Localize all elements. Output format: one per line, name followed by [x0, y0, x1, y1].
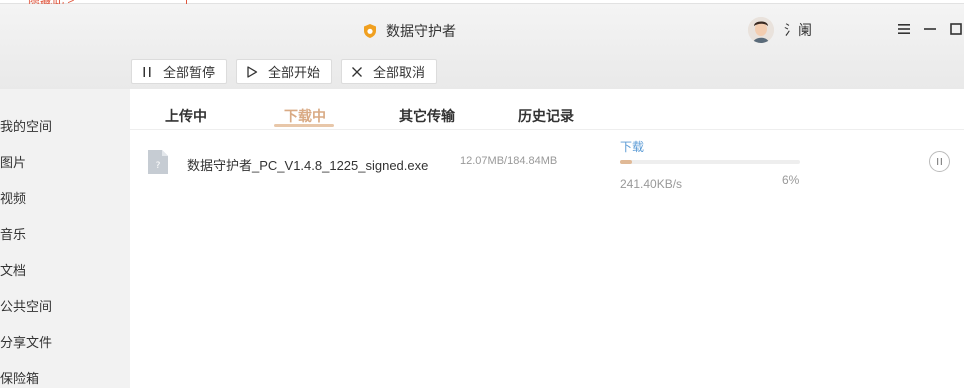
file-name: 数据守护者_PC_V1.4.8_1225_signed.exe — [187, 158, 429, 173]
active-tab-indicator — [274, 124, 334, 127]
pause-icon — [937, 158, 942, 165]
avatar-icon — [748, 17, 774, 43]
pause-all-label: 全部暂停 — [163, 65, 216, 80]
cancel-all-label: 全部取消 — [373, 65, 426, 80]
transfer-row: ? 数据守护者_PC_V1.4.8_1225_signed.exe 12.07M… — [130, 131, 964, 191]
sidebar-item-documents[interactable]: 文档 — [0, 260, 26, 279]
minimize-icon — [924, 28, 936, 30]
transfer-status: 下载 — [620, 140, 645, 154]
progress-fill — [620, 160, 632, 164]
minimize-button[interactable] — [922, 21, 938, 37]
sidebar: 我的空间 图片 视频 音乐 文档 公共空间 分享文件 保险箱 — [0, 89, 130, 388]
shield-icon — [364, 24, 376, 38]
svg-text:?: ? — [156, 161, 161, 171]
progress-bar — [620, 160, 800, 164]
toolbar: 全部暂停 全部开始 全部取消 — [131, 59, 438, 84]
start-all-label: 全部开始 — [268, 65, 321, 80]
sidebar-item-public-space[interactable]: 公共空间 — [0, 296, 52, 315]
tab-uploading[interactable]: 上传中 — [165, 106, 207, 126]
sidebar-item-vault[interactable]: 保险箱 — [0, 368, 39, 387]
maximize-icon — [950, 23, 962, 35]
user-name: 氵阑 — [784, 22, 812, 38]
app-title: 数据守护者 — [362, 21, 456, 41]
tab-downloading[interactable]: 下载中 — [284, 106, 326, 126]
sidebar-item-my-space[interactable]: 我的空间 — [0, 116, 52, 135]
sidebar-item-shared-files[interactable]: 分享文件 — [0, 332, 52, 351]
close-icon — [352, 66, 362, 77]
progress-percent: 6% — [782, 173, 800, 187]
app-title-text: 数据守护者 — [386, 23, 456, 39]
transfer-speed: 241.40KB/s — [620, 177, 683, 191]
avatar[interactable] — [748, 17, 774, 43]
file-size: 12.07MB/184.84MB — [460, 155, 558, 167]
play-icon — [247, 65, 258, 78]
cancel-all-button[interactable]: 全部取消 — [341, 59, 438, 84]
transfer-tabs: 上传中 下载中 其它传输 历史记录 — [130, 89, 964, 130]
maximize-button[interactable] — [948, 21, 964, 37]
menu-icon — [898, 24, 910, 34]
sidebar-item-videos[interactable]: 视频 — [0, 188, 26, 207]
title-bar: 数据守护者 氵阑 全部暂停 全部开始 全部取消 — [0, 4, 964, 89]
unknown-file-icon: ? — [148, 150, 168, 174]
user-profile[interactable]: 氵阑 — [748, 17, 812, 43]
pause-icon — [143, 66, 151, 77]
start-all-button[interactable]: 全部开始 — [236, 59, 333, 84]
pause-transfer-button[interactable] — [929, 151, 950, 172]
sidebar-item-pictures[interactable]: 图片 — [0, 152, 26, 171]
tab-history[interactable]: 历史记录 — [518, 106, 574, 126]
sidebar-item-music[interactable]: 音乐 — [0, 224, 26, 243]
tab-other-transfers[interactable]: 其它传输 — [399, 106, 455, 126]
pause-all-button[interactable]: 全部暂停 — [131, 59, 228, 84]
menu-button[interactable] — [896, 21, 912, 37]
